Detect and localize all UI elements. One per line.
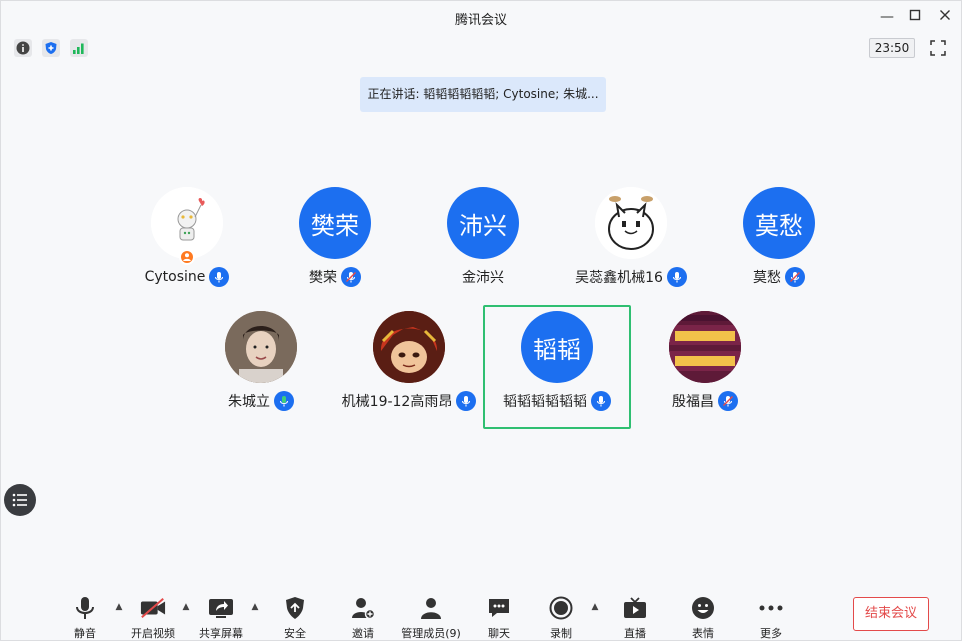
emoji-icon [690, 595, 716, 621]
photo-avatar-icon [225, 311, 297, 383]
maximize-icon [909, 9, 921, 21]
live-stream-icon [622, 595, 648, 621]
participant-name: 朱城立 [228, 394, 270, 410]
fullscreen-button[interactable] [929, 39, 947, 57]
fullscreen-icon [930, 40, 946, 56]
meeting-toolbar: 静音 ▲ 开启视频 ▲ 共享屏幕 ▲ 安全 邀请 管理成员(9) 聊天 录制 ▲… [1, 587, 961, 641]
host-badge [179, 249, 195, 265]
maximize-button[interactable] [907, 9, 923, 25]
start-video-button[interactable]: 开启视频 [118, 595, 188, 641]
shield-icon [45, 42, 57, 54]
participant-list-toggle[interactable] [4, 484, 36, 516]
manage-members-button[interactable]: 管理成员(9) [396, 595, 466, 641]
record-options-caret[interactable]: ▲ [590, 603, 600, 612]
speaking-banner: 正在讲话: 韬韬韬韬韬韬; Cytosine; 朱城... [360, 77, 606, 112]
signal-icon [73, 43, 84, 54]
avatar [669, 311, 741, 383]
add-user-icon [350, 595, 376, 621]
participant-name: 韬韬韬韬韬韬 [503, 394, 587, 410]
share-screen-button[interactable]: 共享屏幕 [186, 595, 256, 641]
participant-name: 金沛兴 [462, 270, 504, 286]
video-off-icon [140, 595, 166, 621]
participant-tile[interactable]: 殷福昌 [635, 311, 775, 421]
live-button[interactable]: 直播 [600, 595, 670, 641]
avatar: 莫愁 [743, 187, 815, 259]
mic-on-icon [209, 267, 230, 287]
members-icon [418, 595, 444, 621]
avatar: 沛兴 [447, 187, 519, 259]
participant-name: Cytosine [144, 269, 206, 285]
avatar [373, 311, 445, 383]
record-button[interactable]: 录制 [526, 595, 596, 641]
network-signal-button[interactable] [70, 39, 88, 57]
cartoon-avatar-icon [595, 187, 667, 259]
minimize-button[interactable]: — [879, 9, 895, 25]
close-icon [940, 10, 950, 20]
participant-name-row: 殷福昌 [605, 391, 805, 411]
meeting-clock: 23:50 [869, 38, 915, 58]
mic-muted-icon [341, 267, 361, 287]
chat-button[interactable]: 聊天 [464, 595, 534, 641]
participant-name-row: 莫愁 [679, 267, 879, 287]
security-shield-button[interactable] [42, 39, 60, 57]
participant-name: 莫愁 [753, 270, 781, 286]
emoji-button[interactable]: 表情 [668, 595, 738, 641]
host-user-icon [183, 253, 191, 261]
mic-on-icon [274, 391, 294, 411]
security-button[interactable]: 安全 [260, 595, 330, 641]
mic-muted-icon [785, 267, 805, 287]
invite-button[interactable]: 邀请 [328, 595, 398, 641]
poster-avatar-icon [669, 311, 741, 383]
close-button[interactable] [937, 9, 953, 25]
record-icon [548, 595, 574, 621]
end-meeting-button[interactable]: 结束会议 [853, 597, 929, 631]
avatar [595, 187, 667, 259]
more-button[interactable]: 更多 [736, 595, 806, 641]
share-screen-icon [208, 595, 234, 621]
avatar: 樊荣 [299, 187, 371, 259]
participant-name: 樊荣 [309, 270, 337, 286]
info-button[interactable] [14, 39, 32, 57]
microphone-icon [72, 595, 98, 621]
more-dots-icon [758, 595, 784, 621]
game-avatar-icon [373, 311, 445, 383]
info-icon [16, 41, 30, 55]
participant-tile[interactable]: 莫愁 莫愁 [709, 187, 849, 297]
share-options-caret[interactable]: ▲ [250, 603, 260, 612]
window-title: 腾讯会议 [454, 13, 507, 28]
title-bar: 腾讯会议 — [1, 1, 961, 35]
meeting-window: 腾讯会议 — 23:50 正在讲话: 韬韬韬韬韬韬; Cytosine; 朱城.… [0, 0, 962, 641]
avatar: 韬韬 [521, 311, 593, 383]
list-icon [12, 493, 27, 507]
avatar [225, 311, 297, 383]
chat-icon [486, 595, 512, 621]
participant-name: 殷福昌 [672, 394, 714, 410]
participant-name: 机械19-12高雨昂 [341, 394, 453, 410]
security-shield-icon [282, 595, 308, 621]
mic-muted-icon [718, 391, 738, 411]
mute-button[interactable]: 静音 [50, 595, 120, 641]
participant-name: 吴蕊鑫机械16 [575, 270, 663, 286]
